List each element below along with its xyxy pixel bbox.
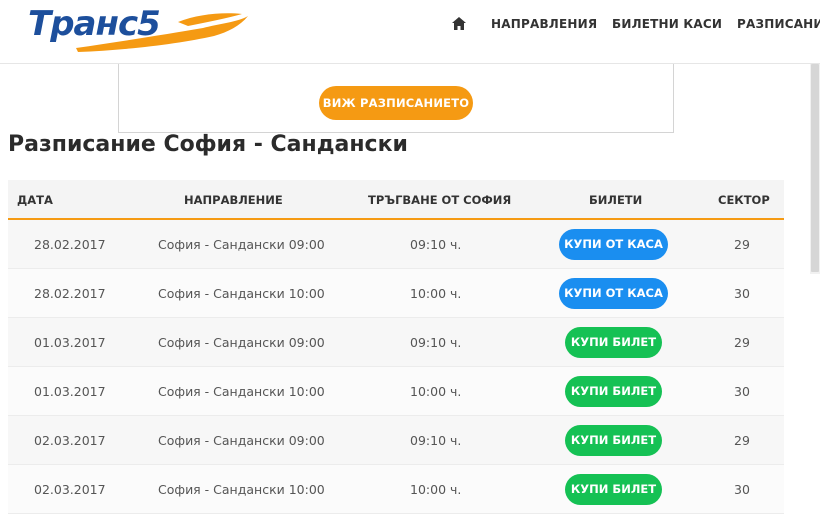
schedule-table: ДАТА НАПРАВЛЕНИЕ ТРЪГВАНЕ ОТ СОФИЯ БИЛЕТ… (8, 180, 784, 514)
cell-date: 02.03.2017 (34, 482, 106, 497)
view-schedule-button[interactable]: ВИЖ РАЗПИСАНИЕТО (319, 86, 473, 120)
site-header: Транс5 НАПРАВЛЕНИЯ БИЛЕТНИ КАСИ РАЗПИСАН… (0, 0, 820, 64)
column-header-departure: ТРЪГВАНЕ ОТ СОФИЯ (368, 193, 512, 207)
cell-sector: 30 (734, 384, 750, 399)
logo-text: Транс5 (28, 4, 161, 44)
cell-date: 28.02.2017 (34, 237, 106, 252)
cell-direction: София - Сандански 10:00 (158, 482, 325, 497)
nav-item-ticket-offices[interactable]: БИЛЕТНИ КАСИ (612, 17, 722, 31)
table-row: 28.02.2017 София - Сандански 09:00 09:10 ч… (8, 220, 784, 269)
cell-sector: 30 (734, 286, 750, 301)
cell-departure: 10:00 ч. (410, 384, 462, 399)
column-header-tickets: БИЛЕТИ (589, 193, 643, 207)
column-header-sector: СЕКТОР (718, 193, 770, 207)
cell-direction: София - Сандански 09:00 (158, 335, 325, 350)
cell-sector: 30 (734, 482, 750, 497)
cell-date: 01.03.2017 (34, 335, 106, 350)
table-row: 01.03.2017 София - Сандански 10:00 10:00 ч… (8, 367, 784, 416)
buy-ticket-button[interactable]: КУПИ БИЛЕТ (565, 474, 662, 505)
cell-sector: 29 (734, 335, 750, 350)
buy-at-office-button[interactable]: КУПИ ОТ КАСА (559, 229, 668, 260)
brand-logo[interactable]: Транс5 (28, 4, 250, 54)
cell-sector: 29 (734, 433, 750, 448)
buy-at-office-button[interactable]: КУПИ ОТ КАСА (559, 278, 668, 309)
home-icon[interactable] (452, 17, 466, 31)
cell-direction: София - Сандански 09:00 (158, 237, 325, 252)
table-header: ДАТА НАПРАВЛЕНИЕ ТРЪГВАНЕ ОТ СОФИЯ БИЛЕТ… (8, 180, 784, 220)
table-row: 02.03.2017 София - Сандански 09:00 09:10 ч… (8, 416, 784, 465)
cell-departure: 10:00 ч. (410, 482, 462, 497)
table-row: 01.03.2017 София - Сандански 09:00 09:10 ч… (8, 318, 784, 367)
buy-ticket-button[interactable]: КУПИ БИЛЕТ (565, 376, 662, 407)
schedule-panel: ВИЖ РАЗПИСАНИЕТО (118, 64, 674, 133)
column-header-date: ДАТА (17, 193, 53, 207)
scrollbar-thumb[interactable] (811, 64, 819, 272)
cell-direction: София - Сандански 10:00 (158, 384, 325, 399)
cell-date: 01.03.2017 (34, 384, 106, 399)
nav-item-directions[interactable]: НАПРАВЛЕНИЯ (491, 17, 597, 31)
table-row: 28.02.2017 София - Сандански 10:00 10:00 ч… (8, 269, 784, 318)
cell-direction: София - Сандански 10:00 (158, 286, 325, 301)
cell-direction: София - Сандански 09:00 (158, 433, 325, 448)
cell-date: 28.02.2017 (34, 286, 106, 301)
column-header-direction: НАПРАВЛЕНИЕ (184, 193, 283, 207)
cell-departure: 09:10 ч. (410, 433, 462, 448)
buy-ticket-button[interactable]: КУПИ БИЛЕТ (565, 425, 662, 456)
cell-departure: 09:10 ч. (410, 237, 462, 252)
nav-item-schedule[interactable]: РАЗПИСАНИЕ (737, 17, 820, 31)
cell-departure: 09:10 ч. (410, 335, 462, 350)
cell-sector: 29 (734, 237, 750, 252)
page-title: Разписание София - Сандански (8, 132, 408, 157)
table-row: 02.03.2017 София - Сандански 10:00 10:00 ч… (8, 465, 784, 514)
buy-ticket-button[interactable]: КУПИ БИЛЕТ (565, 327, 662, 358)
cell-date: 02.03.2017 (34, 433, 106, 448)
cell-departure: 10:00 ч. (410, 286, 462, 301)
